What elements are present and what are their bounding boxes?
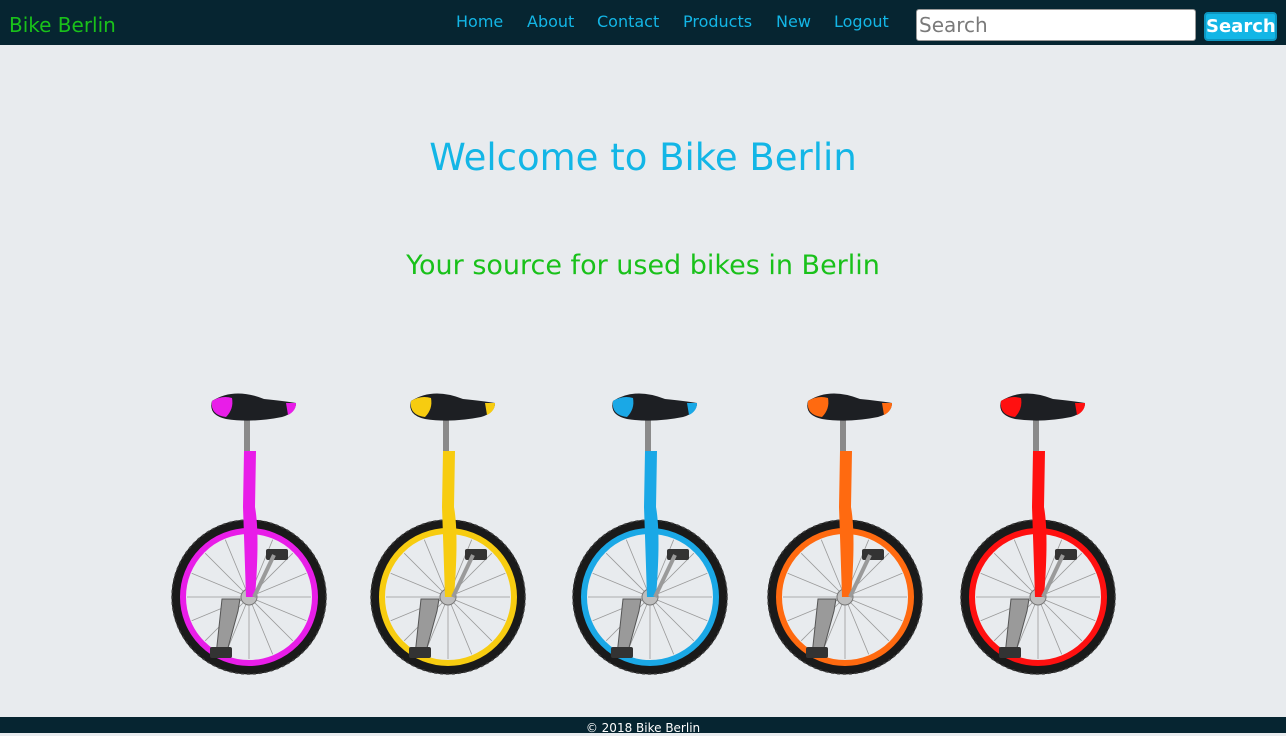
nav-link-logout[interactable]: Logout — [834, 12, 889, 32]
search-input[interactable] — [916, 9, 1196, 41]
unicycle-yellow-image — [363, 385, 533, 680]
footer: © 2018 Bike Berlin — [0, 717, 1286, 735]
unicycle-blue-image — [565, 385, 735, 680]
page-subtitle: Your source for used bikes in Berlin — [406, 250, 880, 281]
nav-link-new[interactable]: New — [776, 12, 811, 32]
nav-link-home[interactable]: Home — [456, 12, 503, 32]
unicycle-gallery — [0, 385, 1286, 680]
unicycle-orange-image — [760, 385, 930, 680]
nav-link-contact[interactable]: Contact — [597, 12, 659, 32]
nav-link-products[interactable]: Products — [683, 12, 752, 32]
unicycle-magenta-image — [164, 385, 334, 680]
nav-link-about[interactable]: About — [527, 12, 574, 32]
brand-logo-link[interactable]: Bike Berlin — [9, 11, 116, 39]
navbar: Bike Berlin Home About Contact Products … — [0, 0, 1286, 45]
unicycle-red-image — [953, 385, 1123, 680]
search-button[interactable]: Search — [1204, 12, 1277, 41]
page-title: Welcome to Bike Berlin — [429, 136, 857, 179]
